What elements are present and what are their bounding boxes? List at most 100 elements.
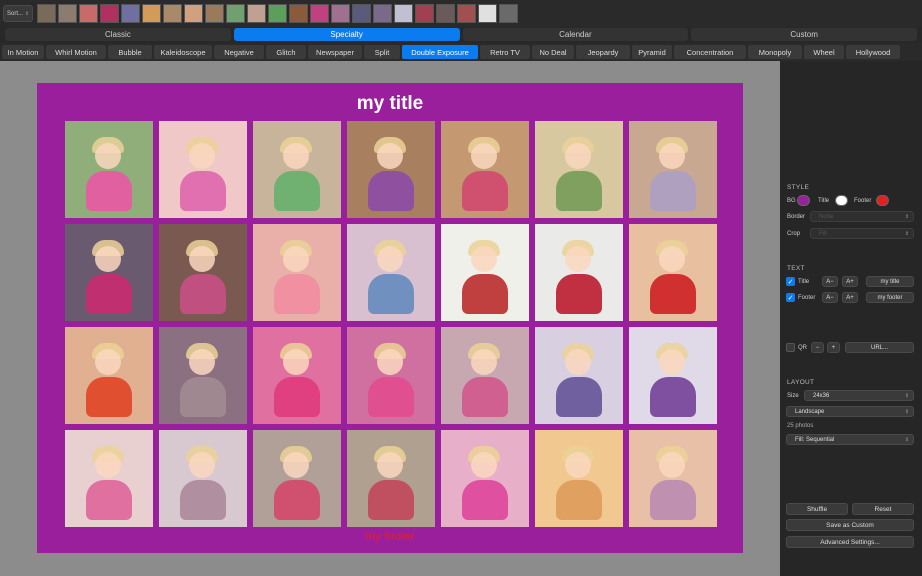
qr-url-button[interactable]: URL...: [845, 342, 914, 353]
thumbnail[interactable]: [436, 4, 455, 23]
footer-color-swatch[interactable]: [876, 195, 889, 206]
effect-tab[interactable]: Negative: [214, 45, 264, 59]
crop-select[interactable]: Fill ⇕: [810, 228, 914, 239]
photo-cell[interactable]: [441, 430, 529, 527]
photo-cell[interactable]: [65, 430, 153, 527]
thumbnail[interactable]: [310, 4, 329, 23]
thumbnail[interactable]: [499, 4, 518, 23]
qr-checkbox[interactable]: [786, 343, 795, 352]
photo-cell[interactable]: [629, 430, 717, 527]
thumbnail[interactable]: [184, 4, 203, 23]
reset-button[interactable]: Reset: [852, 503, 914, 515]
title-checkbox[interactable]: ✓: [786, 277, 795, 286]
qr-plus-button[interactable]: +: [827, 342, 840, 353]
photo-cell[interactable]: [159, 224, 247, 321]
effect-tab[interactable]: In Motion: [2, 45, 44, 59]
mode-tab[interactable]: Specialty: [233, 28, 460, 41]
thumbnail[interactable]: [100, 4, 119, 23]
shuffle-button[interactable]: Shuffle: [786, 503, 848, 515]
photo-cell[interactable]: [535, 121, 623, 218]
effect-tab[interactable]: No Deal: [532, 45, 574, 59]
effect-tab[interactable]: Whirl Motion: [46, 45, 106, 59]
bg-color-swatch[interactable]: [797, 195, 810, 206]
thumbnail[interactable]: [205, 4, 224, 23]
photo-cell[interactable]: [629, 327, 717, 424]
thumbnail[interactable]: [289, 4, 308, 23]
effect-tab[interactable]: Bubble: [108, 45, 152, 59]
thumbnail[interactable]: [247, 4, 266, 23]
effect-tab[interactable]: Kaleidoscope: [154, 45, 212, 59]
photo-cell[interactable]: [629, 121, 717, 218]
thumbnail[interactable]: [58, 4, 77, 23]
effect-tab[interactable]: Monopoly: [748, 45, 802, 59]
effect-tab[interactable]: Concentration: [674, 45, 746, 59]
photo-cell[interactable]: [629, 224, 717, 321]
border-select[interactable]: None ⇕: [810, 211, 914, 222]
photo-cell[interactable]: [159, 327, 247, 424]
photo-cell[interactable]: [535, 430, 623, 527]
photo-cell[interactable]: [65, 121, 153, 218]
footer-checkbox[interactable]: ✓: [786, 293, 795, 302]
footer-increase-size-button[interactable]: A+: [842, 292, 858, 303]
photo-cell[interactable]: [65, 224, 153, 321]
title-decrease-size-button[interactable]: A−: [822, 276, 838, 287]
photo-cell[interactable]: [347, 430, 435, 527]
effect-tab[interactable]: Jeopardy: [576, 45, 630, 59]
footer-text-field[interactable]: my footer: [866, 292, 914, 303]
photo-cell[interactable]: [347, 121, 435, 218]
photo-cell[interactable]: [535, 327, 623, 424]
photo-cell[interactable]: [253, 121, 341, 218]
thumbnail[interactable]: [226, 4, 245, 23]
effect-tab[interactable]: Pyramid: [632, 45, 672, 59]
photo-cell[interactable]: [253, 224, 341, 321]
effect-tab[interactable]: Split: [364, 45, 400, 59]
photo-cell[interactable]: [65, 327, 153, 424]
poster-footer[interactable]: my footer: [37, 529, 743, 543]
thumbnail[interactable]: [331, 4, 350, 23]
thumbnail[interactable]: [142, 4, 161, 23]
thumbnail[interactable]: [268, 4, 287, 23]
save-as-custom-button[interactable]: Save as Custom: [786, 519, 914, 531]
photo-cell[interactable]: [441, 224, 529, 321]
title-text-field[interactable]: my title: [866, 276, 914, 287]
photo-cell[interactable]: [347, 327, 435, 424]
thumbnail[interactable]: [37, 4, 56, 23]
footer-decrease-size-button[interactable]: A−: [822, 292, 838, 303]
title-increase-size-button[interactable]: A+: [842, 276, 858, 287]
effect-tab[interactable]: Retro TV: [480, 45, 530, 59]
thumbnail[interactable]: [121, 4, 140, 23]
fill-order-select[interactable]: Fill: Sequential ⇕: [786, 434, 914, 445]
thumbnail[interactable]: [352, 4, 371, 23]
thumbnail[interactable]: [79, 4, 98, 23]
mode-tab[interactable]: Classic: [5, 28, 231, 41]
photo-cell[interactable]: [159, 121, 247, 218]
poster-title[interactable]: my title: [37, 93, 743, 115]
qr-minus-button[interactable]: −: [811, 342, 824, 353]
orientation-select[interactable]: Landscape ⇕: [786, 406, 914, 417]
photo-cell[interactable]: [535, 224, 623, 321]
mode-tab[interactable]: Custom: [691, 28, 917, 41]
advanced-settings-button[interactable]: Advanced Settings...: [786, 536, 914, 548]
photo-cell[interactable]: [253, 327, 341, 424]
effect-tab[interactable]: Double Exposure: [402, 45, 478, 59]
mode-tab[interactable]: Calendar: [462, 28, 689, 41]
thumbnail[interactable]: [394, 4, 413, 23]
sort-button[interactable]: Sort... ⇕: [3, 5, 33, 22]
photo-cell[interactable]: [441, 327, 529, 424]
thumbnail[interactable]: [163, 4, 182, 23]
poster-preview[interactable]: my title my footer: [37, 83, 743, 553]
thumbnail[interactable]: [415, 4, 434, 23]
thumbnail[interactable]: [457, 4, 476, 23]
title-color-swatch[interactable]: [835, 195, 848, 206]
effect-tab[interactable]: Hollywood: [846, 45, 900, 59]
photo-cell[interactable]: [159, 430, 247, 527]
photo-cell[interactable]: [441, 121, 529, 218]
effect-tab[interactable]: Newspaper: [308, 45, 362, 59]
photo-cell[interactable]: [347, 224, 435, 321]
size-select[interactable]: 24x36 ⇕: [804, 390, 914, 401]
thumbnail[interactable]: [478, 4, 497, 23]
photo-cell[interactable]: [253, 430, 341, 527]
effect-tab[interactable]: Wheel: [804, 45, 844, 59]
effect-tab[interactable]: Glitch: [266, 45, 306, 59]
thumbnail[interactable]: [373, 4, 392, 23]
